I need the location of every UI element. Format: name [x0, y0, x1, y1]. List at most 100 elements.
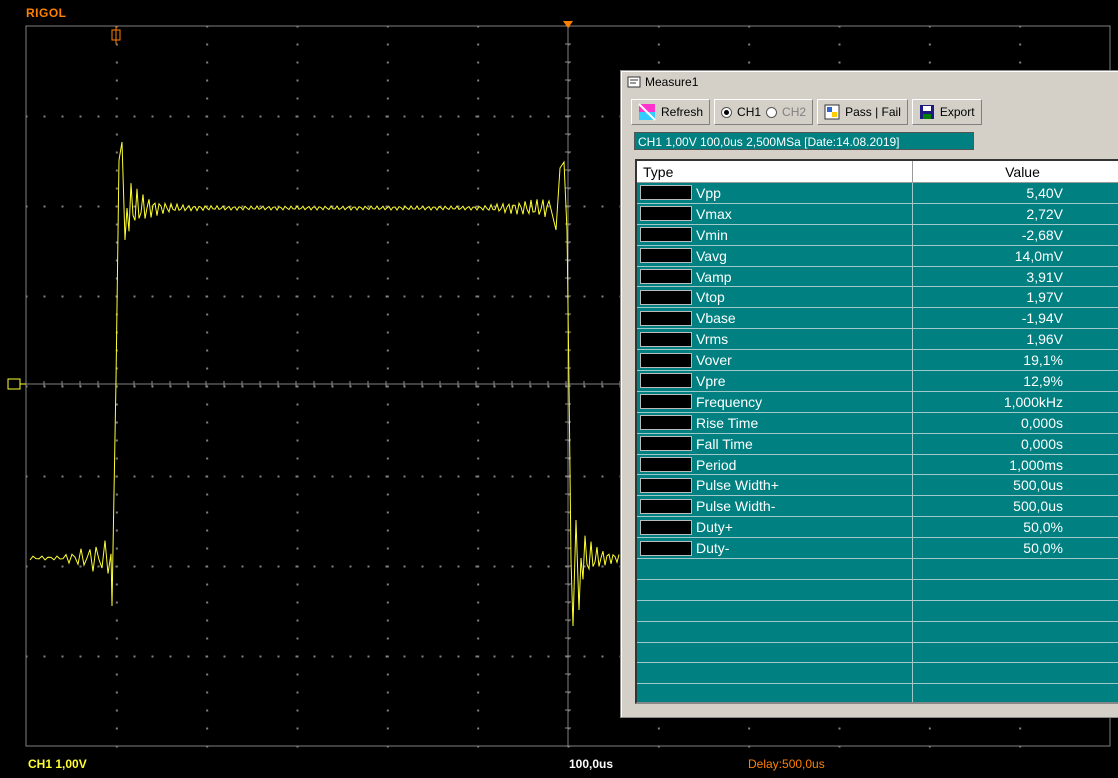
- measurement-type: Vamp: [696, 268, 732, 285]
- ch1-radio[interactable]: [721, 106, 733, 118]
- pass-fail-button[interactable]: Pass | Fail: [817, 99, 908, 125]
- measurement-waveform-icon: [640, 248, 692, 264]
- type-cell: Duty-: [637, 538, 913, 559]
- measurement-waveform-icon: [640, 540, 692, 556]
- measurement-type: Fall Time: [696, 435, 753, 452]
- type-cell: Vpp: [637, 183, 913, 203]
- type-cell: Vamp: [637, 266, 913, 287]
- type-cell: Duty+: [637, 517, 913, 538]
- measurement-type: Vpp: [696, 184, 721, 201]
- ch2-radio[interactable]: [766, 106, 778, 118]
- ch1-ground-marker: [7, 378, 26, 390]
- column-header-type[interactable]: Type: [637, 161, 913, 183]
- measurement-value: 5,40V: [1026, 185, 1063, 201]
- table-row[interactable]: Vtop 1,97V: [637, 287, 1118, 309]
- table-row[interactable]: Vavg 14,0mV: [637, 245, 1118, 267]
- measurement-waveform-icon: [640, 394, 692, 410]
- measurement-value: 12,9%: [1023, 373, 1063, 390]
- measure-window[interactable]: Measure1 Refresh CH1 CH2 Pass | Fail Exp…: [620, 70, 1118, 718]
- table-row[interactable]: Duty+ 50,0%: [637, 517, 1118, 539]
- empty-table-row: [637, 559, 1118, 580]
- type-cell: Pulse Width+: [637, 475, 913, 496]
- type-cell: Vmin: [637, 224, 913, 245]
- timebase-label: 100,0us: [569, 757, 614, 771]
- measurement-waveform-icon: [640, 269, 692, 284]
- table-row[interactable]: Vamp 3,91V: [637, 266, 1118, 288]
- table-row[interactable]: Vbase -1,94V: [637, 308, 1118, 330]
- measurement-waveform-icon: [640, 415, 692, 431]
- table-row[interactable]: Pulse Width+ 500,0us: [637, 475, 1118, 497]
- measurement-value: 1,000ms: [1009, 456, 1063, 473]
- type-cell: Rise Time: [637, 412, 913, 433]
- empty-table-row: [637, 600, 1118, 622]
- measurement-type: Vmax: [696, 205, 732, 222]
- measure-app-icon: [627, 76, 641, 88]
- measurement-waveform-icon: [640, 331, 692, 347]
- measurement-type: Vbase: [696, 310, 736, 327]
- type-cell: Vmax: [637, 203, 913, 224]
- table-row[interactable]: Pulse Width- 500,0us: [637, 496, 1118, 518]
- channel-selector: CH1 CH2: [714, 99, 814, 125]
- table-row[interactable]: Fall Time 0,000s: [637, 433, 1118, 455]
- measurement-table: Type Value Vpp 5,40V Vmax 2,72V Vmin -2,68V Va…: [635, 159, 1118, 704]
- table-row[interactable]: Vpp 5,40V: [637, 183, 1118, 204]
- type-cell: Vbase: [637, 308, 913, 329]
- table-row[interactable]: Vmax 2,72V: [637, 203, 1118, 225]
- measurement-waveform-icon: [640, 352, 692, 368]
- column-header-value[interactable]: Value: [913, 161, 1118, 183]
- ch1-label: CH1: [737, 105, 762, 119]
- empty-table-row: [637, 663, 1118, 685]
- measurement-value: -2,68V: [1021, 226, 1063, 243]
- measurement-type: Vpre: [696, 372, 726, 389]
- measurement-type: Duty+: [696, 519, 733, 536]
- measurement-type: Vavg: [696, 247, 727, 264]
- type-cell: Vtop: [637, 287, 913, 308]
- channel-scale-label: CH1 1,00V: [28, 757, 87, 771]
- save-disk-icon: [919, 105, 934, 119]
- refresh-button[interactable]: Refresh: [631, 99, 711, 125]
- table-row[interactable]: Rise Time 0,000s: [637, 412, 1118, 434]
- measurement-waveform-icon: [640, 519, 692, 535]
- measurement-value: 0,000s: [1020, 414, 1063, 431]
- measurement-waveform-icon: [640, 457, 692, 473]
- measurement-type: Period: [696, 456, 737, 473]
- table-row[interactable]: Duty- 50,0%: [637, 538, 1118, 560]
- measurement-value: 50,0%: [1023, 540, 1063, 557]
- measurement-waveform-icon: [640, 498, 692, 514]
- measurement-type: Pulse Width+: [696, 477, 779, 494]
- refresh-label: Refresh: [661, 105, 704, 119]
- measurement-waveform-icon: [640, 310, 692, 326]
- measurement-waveform-icon: [640, 477, 692, 493]
- table-row[interactable]: Period 1,000ms: [637, 454, 1118, 476]
- type-cell: Vrms: [637, 329, 913, 350]
- export-button[interactable]: Export: [911, 99, 982, 125]
- toolbar: Refresh CH1 CH2 Pass | Fail Export: [631, 99, 982, 125]
- table-row[interactable]: Frequency 1,000kHz: [637, 391, 1118, 413]
- type-cell: Pulse Width-: [637, 496, 913, 517]
- table-row[interactable]: Vpre 12,9%: [637, 371, 1118, 392]
- table-row[interactable]: Vover 19,1%: [637, 350, 1118, 372]
- measurement-value: 19,1%: [1023, 352, 1063, 369]
- measurement-value: 14,0mV: [1014, 247, 1063, 264]
- table-row[interactable]: Vrms 1,96V: [637, 329, 1118, 351]
- measurement-type: Rise Time: [696, 414, 759, 431]
- delay-label: Delay:500,0us: [748, 757, 825, 771]
- measurement-type: Frequency: [696, 393, 763, 410]
- ch2-label: CH2: [782, 105, 807, 119]
- type-cell: Vavg: [637, 245, 913, 266]
- measurement-type: Pulse Width-: [696, 498, 776, 515]
- measurement-value: 1,97V: [1026, 289, 1063, 306]
- type-cell: Frequency: [637, 391, 913, 412]
- type-cell: Fall Time: [637, 433, 913, 454]
- measurement-waveform-icon: [640, 206, 692, 222]
- table-row[interactable]: Vmin -2,68V: [637, 224, 1118, 246]
- measurement-waveform-icon: [640, 227, 692, 243]
- window-titlebar[interactable]: Measure1: [621, 71, 1118, 93]
- measurement-waveform-icon: [640, 436, 692, 452]
- type-cell: Period: [637, 454, 913, 475]
- type-cell: Vpre: [637, 371, 913, 391]
- refresh-icon: [638, 103, 656, 121]
- measurement-value: 500,0us: [1013, 498, 1063, 515]
- measurement-value: 0,000s: [1020, 435, 1063, 452]
- measurement-waveform-icon: [640, 373, 692, 389]
